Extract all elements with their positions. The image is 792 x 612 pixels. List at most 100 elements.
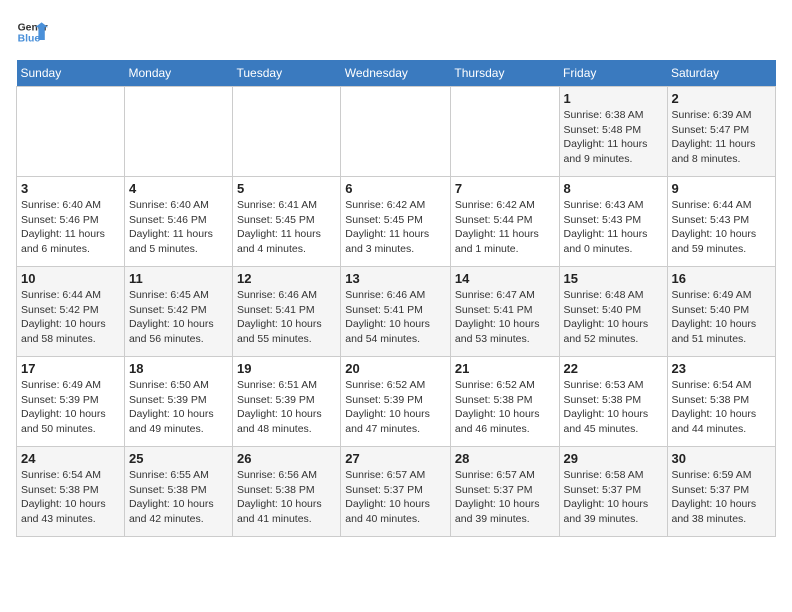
svg-text:Blue: Blue [18,34,41,45]
day-detail: Sunrise: 6:59 AM Sunset: 5:37 PM Dayligh… [672,468,772,527]
calendar-cell: 25 Sunrise: 6:55 AM Sunset: 5:38 PM Dayli… [124,447,232,537]
day-number: 11 [129,271,228,286]
week-row-2: 3 Sunrise: 6:40 AM Sunset: 5:46 PM Daylig… [17,177,776,267]
weekday-header-tuesday: Tuesday [233,60,341,87]
calendar-cell: 8 Sunrise: 6:43 AM Sunset: 5:43 PM Daylig… [559,177,667,267]
day-number: 27 [345,451,446,466]
day-number: 22 [564,361,663,376]
calendar-cell: 1 Sunrise: 6:38 AM Sunset: 5:48 PM Daylig… [559,87,667,177]
calendar-cell: 17 Sunrise: 6:49 AM Sunset: 5:39 PM Dayli… [17,357,125,447]
day-number: 8 [564,181,663,196]
day-number: 2 [672,91,772,106]
day-number: 15 [564,271,663,286]
day-detail: Sunrise: 6:40 AM Sunset: 5:46 PM Dayligh… [129,198,228,257]
week-row-5: 24 Sunrise: 6:54 AM Sunset: 5:38 PM Dayli… [17,447,776,537]
calendar-cell: 16Sunrise: 6:49 AM Sunset: 5:40 PM Dayli… [667,267,776,357]
week-row-1: 1 Sunrise: 6:38 AM Sunset: 5:48 PM Daylig… [17,87,776,177]
calendar-body: 1 Sunrise: 6:38 AM Sunset: 5:48 PM Daylig… [17,87,776,537]
day-detail: Sunrise: 6:58 AM Sunset: 5:37 PM Dayligh… [564,468,663,527]
calendar-cell [341,87,451,177]
calendar-cell: 26 Sunrise: 6:56 AM Sunset: 5:38 PM Dayli… [233,447,341,537]
day-detail: Sunrise: 6:49 AM Sunset: 5:39 PM Dayligh… [21,378,120,437]
calendar-cell: 19Sunrise: 6:51 AM Sunset: 5:39 PM Dayli… [233,357,341,447]
week-row-3: 10Sunrise: 6:44 AM Sunset: 5:42 PM Dayli… [17,267,776,357]
day-number: 9 [672,181,772,196]
day-detail: Sunrise: 6:54 AM Sunset: 5:38 PM Dayligh… [672,378,772,437]
calendar-cell: 10Sunrise: 6:44 AM Sunset: 5:42 PM Dayli… [17,267,125,357]
day-number: 18 [129,361,228,376]
calendar-table: SundayMondayTuesdayWednesdayThursdayFrid… [16,60,776,537]
day-number: 25 [129,451,228,466]
day-number: 5 [237,181,336,196]
calendar-cell: 2 Sunrise: 6:39 AM Sunset: 5:47 PM Daylig… [667,87,776,177]
day-detail: Sunrise: 6:52 AM Sunset: 5:38 PM Dayligh… [455,378,555,437]
day-number: 10 [21,271,120,286]
day-detail: Sunrise: 6:42 AM Sunset: 5:45 PM Dayligh… [345,198,446,257]
day-number: 14 [455,271,555,286]
calendar-cell: 12 Sunrise: 6:46 AM Sunset: 5:41 PM Dayli… [233,267,341,357]
day-number: 26 [237,451,336,466]
calendar-cell [233,87,341,177]
weekday-header-saturday: Saturday [667,60,776,87]
day-detail: Sunrise: 6:40 AM Sunset: 5:46 PM Dayligh… [21,198,120,257]
day-number: 21 [455,361,555,376]
day-number: 17 [21,361,120,376]
calendar-cell: 15 Sunrise: 6:48 AM Sunset: 5:40 PM Dayli… [559,267,667,357]
calendar-cell [17,87,125,177]
calendar-cell: 28 Sunrise: 6:57 AM Sunset: 5:37 PM Dayli… [450,447,559,537]
calendar-cell: 7Sunrise: 6:42 AM Sunset: 5:44 PM Daylig… [450,177,559,267]
weekday-header-monday: Monday [124,60,232,87]
day-number: 12 [237,271,336,286]
calendar-cell: 22Sunrise: 6:53 AM Sunset: 5:38 PM Dayli… [559,357,667,447]
calendar-cell: 20Sunrise: 6:52 AM Sunset: 5:39 PM Dayli… [341,357,451,447]
day-number: 23 [672,361,772,376]
calendar-cell: 14Sunrise: 6:47 AM Sunset: 5:41 PM Dayli… [450,267,559,357]
day-detail: Sunrise: 6:57 AM Sunset: 5:37 PM Dayligh… [455,468,555,527]
calendar-cell: 9 Sunrise: 6:44 AM Sunset: 5:43 PM Daylig… [667,177,776,267]
day-number: 6 [345,181,446,196]
day-detail: Sunrise: 6:43 AM Sunset: 5:43 PM Dayligh… [564,198,663,257]
day-number: 30 [672,451,772,466]
day-detail: Sunrise: 6:56 AM Sunset: 5:38 PM Dayligh… [237,468,336,527]
logo: General Blue [16,16,48,48]
week-row-4: 17 Sunrise: 6:49 AM Sunset: 5:39 PM Dayli… [17,357,776,447]
calendar-cell: 27 Sunrise: 6:57 AM Sunset: 5:37 PM Dayli… [341,447,451,537]
day-detail: Sunrise: 6:50 AM Sunset: 5:39 PM Dayligh… [129,378,228,437]
day-detail: Sunrise: 6:51 AM Sunset: 5:39 PM Dayligh… [237,378,336,437]
day-detail: Sunrise: 6:46 AM Sunset: 5:41 PM Dayligh… [345,288,446,347]
day-detail: Sunrise: 6:39 AM Sunset: 5:47 PM Dayligh… [672,108,772,167]
calendar-cell: 23 Sunrise: 6:54 AM Sunset: 5:38 PM Dayli… [667,357,776,447]
calendar-cell: 24 Sunrise: 6:54 AM Sunset: 5:38 PM Dayli… [17,447,125,537]
calendar-cell: 13Sunrise: 6:46 AM Sunset: 5:41 PM Dayli… [341,267,451,357]
day-detail: Sunrise: 6:46 AM Sunset: 5:41 PM Dayligh… [237,288,336,347]
day-detail: Sunrise: 6:55 AM Sunset: 5:38 PM Dayligh… [129,468,228,527]
calendar-cell: 21 Sunrise: 6:52 AM Sunset: 5:38 PM Dayli… [450,357,559,447]
calendar-cell: 11Sunrise: 6:45 AM Sunset: 5:42 PM Dayli… [124,267,232,357]
calendar-cell: 30 Sunrise: 6:59 AM Sunset: 5:37 PM Dayli… [667,447,776,537]
calendar-cell: 5Sunrise: 6:41 AM Sunset: 5:45 PM Daylig… [233,177,341,267]
calendar-cell: 4Sunrise: 6:40 AM Sunset: 5:46 PM Daylig… [124,177,232,267]
calendar-cell: 6 Sunrise: 6:42 AM Sunset: 5:45 PM Daylig… [341,177,451,267]
day-detail: Sunrise: 6:48 AM Sunset: 5:40 PM Dayligh… [564,288,663,347]
day-number: 24 [21,451,120,466]
day-number: 1 [564,91,663,106]
calendar-cell [450,87,559,177]
weekday-header-wednesday: Wednesday [341,60,451,87]
day-number: 20 [345,361,446,376]
day-number: 29 [564,451,663,466]
day-detail: Sunrise: 6:54 AM Sunset: 5:38 PM Dayligh… [21,468,120,527]
calendar-cell: 18 Sunrise: 6:50 AM Sunset: 5:39 PM Dayli… [124,357,232,447]
weekday-header-friday: Friday [559,60,667,87]
calendar-cell: 3 Sunrise: 6:40 AM Sunset: 5:46 PM Daylig… [17,177,125,267]
weekday-header-sunday: Sunday [17,60,125,87]
day-number: 28 [455,451,555,466]
weekday-header-thursday: Thursday [450,60,559,87]
logo-icon: General Blue [16,16,48,48]
page-header: General Blue [16,16,776,48]
day-detail: Sunrise: 6:44 AM Sunset: 5:43 PM Dayligh… [672,198,772,257]
day-number: 3 [21,181,120,196]
day-detail: Sunrise: 6:38 AM Sunset: 5:48 PM Dayligh… [564,108,663,167]
weekday-header-row: SundayMondayTuesdayWednesdayThursdayFrid… [17,60,776,87]
calendar-cell: 29 Sunrise: 6:58 AM Sunset: 5:37 PM Dayli… [559,447,667,537]
day-detail: Sunrise: 6:57 AM Sunset: 5:37 PM Dayligh… [345,468,446,527]
